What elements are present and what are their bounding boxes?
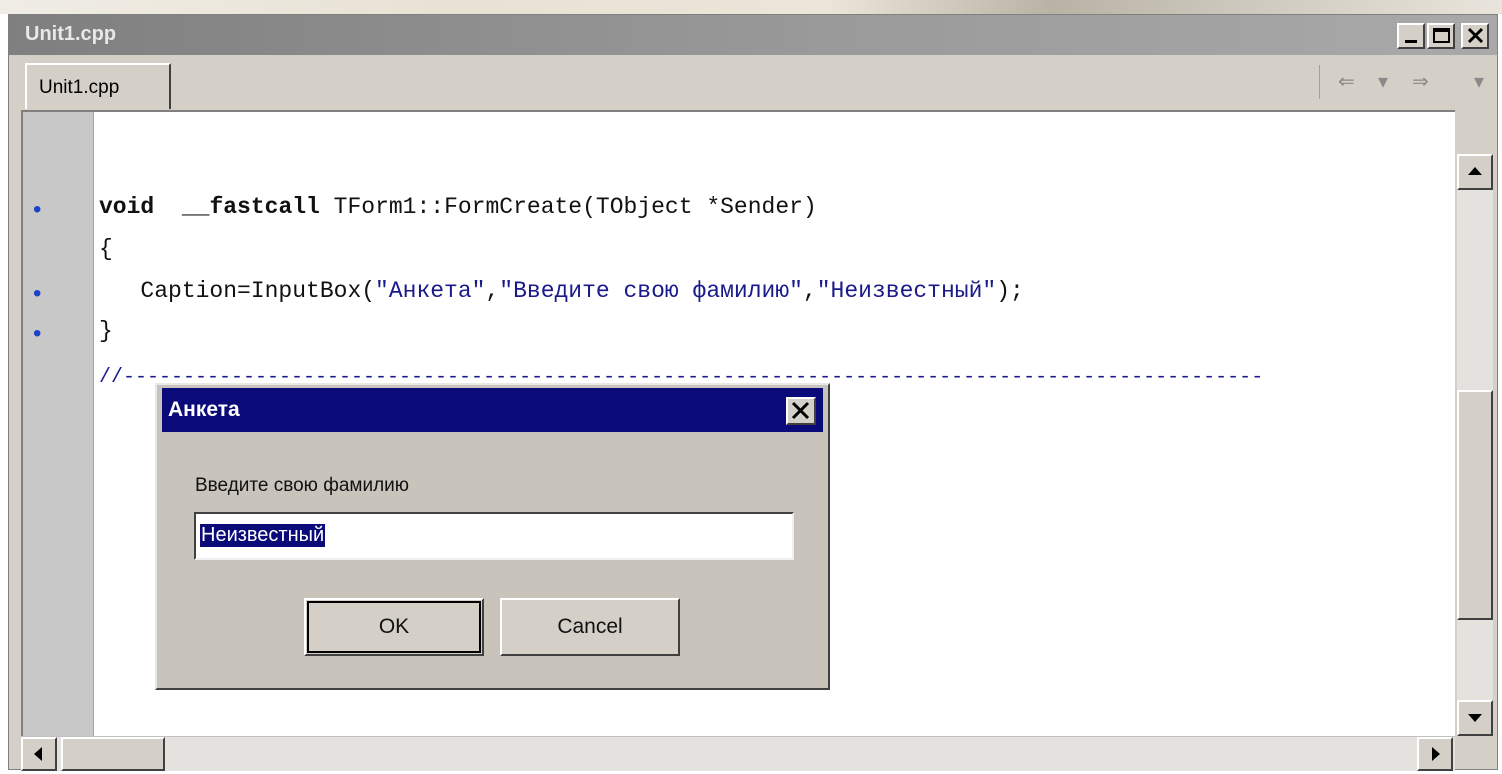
close-icon	[1467, 27, 1484, 44]
dialog-titlebar[interactable]: Анкета	[162, 388, 823, 432]
code-text: TForm1::FormCreate(TObject *Sender)	[319, 194, 817, 220]
vertical-scrollbar[interactable]	[1455, 110, 1495, 736]
horizontal-scrollbar[interactable]	[21, 736, 1455, 771]
scroll-track[interactable]	[1457, 620, 1493, 700]
maximize-button[interactable]	[1427, 23, 1455, 49]
code-text: );	[996, 278, 1024, 304]
code-line-1: void __fastcall TForm1::FormCreate(TObje…	[99, 194, 817, 220]
horizontal-scroll-thumb[interactable]	[61, 737, 165, 771]
code-text: Caption=InputBox(	[99, 278, 376, 304]
arrow-down-icon	[1468, 714, 1482, 722]
minimize-icon	[1405, 40, 1417, 43]
arrow-right-icon	[1432, 747, 1440, 761]
scroll-right-button[interactable]	[1417, 737, 1453, 771]
input-value: Неизвестный	[200, 524, 326, 547]
desktop-top-strip	[0, 0, 1502, 14]
string-literal: "Анкета"	[375, 278, 486, 304]
scroll-left-button[interactable]	[21, 737, 57, 771]
window-title: Unit1.cpp	[25, 23, 117, 45]
code-text: ,	[802, 278, 817, 304]
string-literal: "Неизвестный"	[816, 278, 997, 304]
tab-unit1-cpp[interactable]: Unit1.cpp	[25, 63, 171, 109]
scroll-down-button[interactable]	[1457, 700, 1493, 736]
close-icon	[791, 401, 810, 420]
code-line-4: }	[99, 318, 113, 344]
tab-row: Unit1.cpp ⇐ ▾ ⇒ ▾	[9, 55, 1497, 109]
tab-label: Unit1.cpp	[39, 77, 120, 98]
breakpoint-marker[interactable]: •	[33, 282, 41, 306]
breakpoint-marker[interactable]: •	[33, 198, 41, 222]
arrow-left-icon	[34, 747, 42, 761]
surname-input[interactable]: Неизвестный	[194, 512, 794, 560]
forward-dropdown-icon[interactable]: ▾	[1474, 69, 1484, 94]
close-button[interactable]	[1461, 23, 1489, 49]
code-text: ,	[485, 278, 500, 304]
minimize-button[interactable]	[1397, 23, 1425, 49]
back-arrow-icon[interactable]: ⇐	[1338, 69, 1355, 94]
arrow-up-icon	[1468, 167, 1482, 175]
code-text: __	[154, 194, 210, 220]
dialog-close-button[interactable]	[786, 397, 816, 425]
dialog-prompt: Введите свою фамилию	[195, 475, 410, 496]
keyword: fastcall	[209, 194, 320, 220]
maximize-icon	[1433, 28, 1450, 43]
forward-arrow-icon[interactable]: ⇒	[1412, 69, 1429, 94]
navigation-arrows: ⇐ ▾ ⇒ ▾	[1319, 65, 1496, 99]
breakpoint-marker[interactable]: •	[33, 322, 41, 346]
ok-button[interactable]: OK	[304, 598, 484, 656]
keyword: void	[99, 194, 155, 220]
window-titlebar[interactable]: Unit1.cpp	[9, 15, 1497, 55]
code-line-3: Caption=InputBox("Анкета","Введите свою …	[99, 278, 1024, 304]
scroll-up-button[interactable]	[1457, 154, 1493, 190]
dialog-title: Анкета	[168, 398, 240, 421]
back-dropdown-icon[interactable]: ▾	[1378, 69, 1388, 94]
input-dialog: Анкета Введите свою фамилию Неизвестный …	[155, 383, 830, 690]
scroll-thumb[interactable]	[1457, 390, 1493, 620]
scroll-track[interactable]	[1457, 190, 1493, 390]
string-literal: "Введите свою фамилию"	[499, 278, 803, 304]
cancel-button[interactable]: Cancel	[500, 598, 680, 656]
code-line-2: {	[99, 236, 113, 262]
editor-gutter: • • •	[23, 112, 94, 736]
